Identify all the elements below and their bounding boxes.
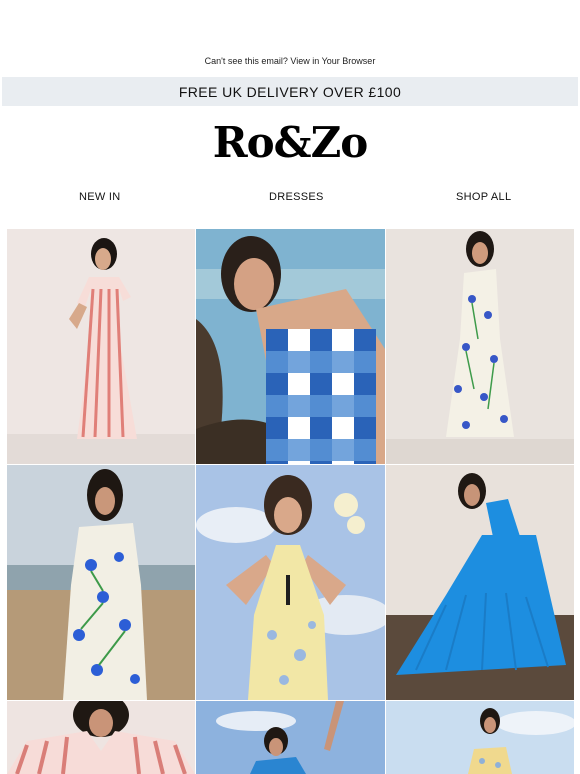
product-tile-pink-stripe-shirt-dress[interactable] (7, 701, 195, 774)
floral-one-shoulder-dress-image (7, 465, 195, 700)
brand-logo[interactable]: Ro&Zo (0, 118, 580, 167)
free-delivery-banner[interactable]: FREE UK DELIVERY OVER £100 (2, 77, 578, 106)
product-tile-floral-one-shoulder-dress[interactable] (7, 465, 195, 700)
nav-dresses[interactable]: DRESSES (269, 191, 324, 203)
product-tile-yellow-print-look[interactable] (386, 701, 574, 774)
product-tile-yellow-halter-dress[interactable] (196, 465, 385, 700)
product-tile-pink-striped-dress[interactable] (7, 229, 195, 464)
cornflower-print-dress-image (386, 229, 574, 464)
pink-striped-dress-image (7, 229, 195, 464)
blue-pleated-dress-image (386, 465, 574, 700)
blue-gingham-dress-image (196, 229, 385, 464)
free-delivery-text: FREE UK DELIVERY OVER £100 (178, 83, 402, 100)
product-tile-cornflower-print-dress[interactable] (386, 229, 574, 464)
view-in-browser-text[interactable]: Can't see this email? View in Your Brows… (205, 56, 376, 66)
product-tile-blue-pleated-dress[interactable] (386, 465, 574, 700)
product-tile-blue-gingham-dress[interactable] (196, 229, 385, 464)
yellow-halter-dress-image (196, 465, 385, 700)
product-tile-blue-scarf-look[interactable] (196, 701, 385, 774)
blue-scarf-look-image (196, 701, 385, 774)
yellow-print-look-image (386, 701, 574, 774)
pink-stripe-shirt-dress-image (7, 701, 195, 774)
nav-shop-all[interactable]: SHOP ALL (456, 191, 511, 203)
main-nav: NEW IN DRESSES SHOP ALL (0, 191, 580, 207)
nav-new-in[interactable]: NEW IN (79, 191, 121, 203)
view-in-browser-link[interactable]: Can't see this email? View in Your Brows… (0, 56, 580, 66)
